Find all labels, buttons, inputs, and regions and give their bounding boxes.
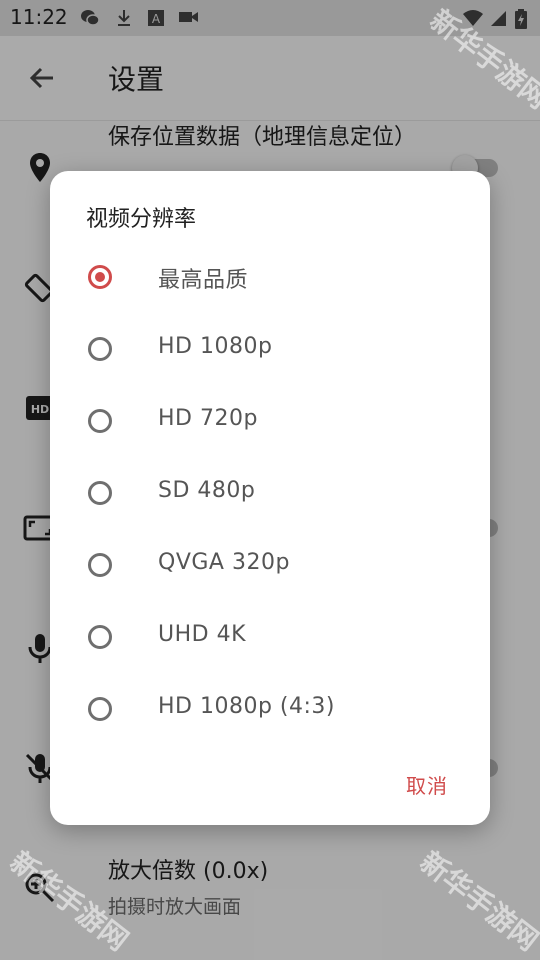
option-sd-480p[interactable]: SD 480p	[50, 459, 490, 531]
radio-button[interactable]	[88, 409, 112, 433]
option-label: HD 1080p	[158, 334, 273, 359]
radio-button-checked[interactable]	[88, 265, 112, 289]
option-hd-1080p[interactable]: HD 1080p	[50, 315, 490, 387]
radio-dot	[95, 272, 105, 282]
option-label: SD 480p	[158, 478, 256, 503]
option-hd-1080p-4-3[interactable]: HD 1080p (4:3)	[50, 675, 490, 747]
dialog-title: 视频分辨率	[86, 207, 197, 232]
option-uhd-4k[interactable]: UHD 4K	[50, 603, 490, 675]
option-label: HD 720p	[158, 406, 258, 431]
option-hd-720p[interactable]: HD 720p	[50, 387, 490, 459]
radio-button[interactable]	[88, 697, 112, 721]
radio-button[interactable]	[88, 337, 112, 361]
radio-button[interactable]	[88, 481, 112, 505]
option-qvga-320p[interactable]: QVGA 320p	[50, 531, 490, 603]
option-label: HD 1080p (4:3)	[158, 694, 335, 719]
option-label: QVGA 320p	[158, 550, 290, 575]
option-label: UHD 4K	[158, 622, 247, 647]
option-best-quality[interactable]: 最高品质	[50, 243, 490, 315]
resolution-dialog: 视频分辨率 最高品质 HD 1080p HD 720p SD 480p QVGA…	[50, 171, 490, 825]
radio-button[interactable]	[88, 625, 112, 649]
radio-button[interactable]	[88, 553, 112, 577]
cancel-button[interactable]: 取消	[400, 766, 454, 803]
option-label: 最高品质	[158, 268, 249, 293]
